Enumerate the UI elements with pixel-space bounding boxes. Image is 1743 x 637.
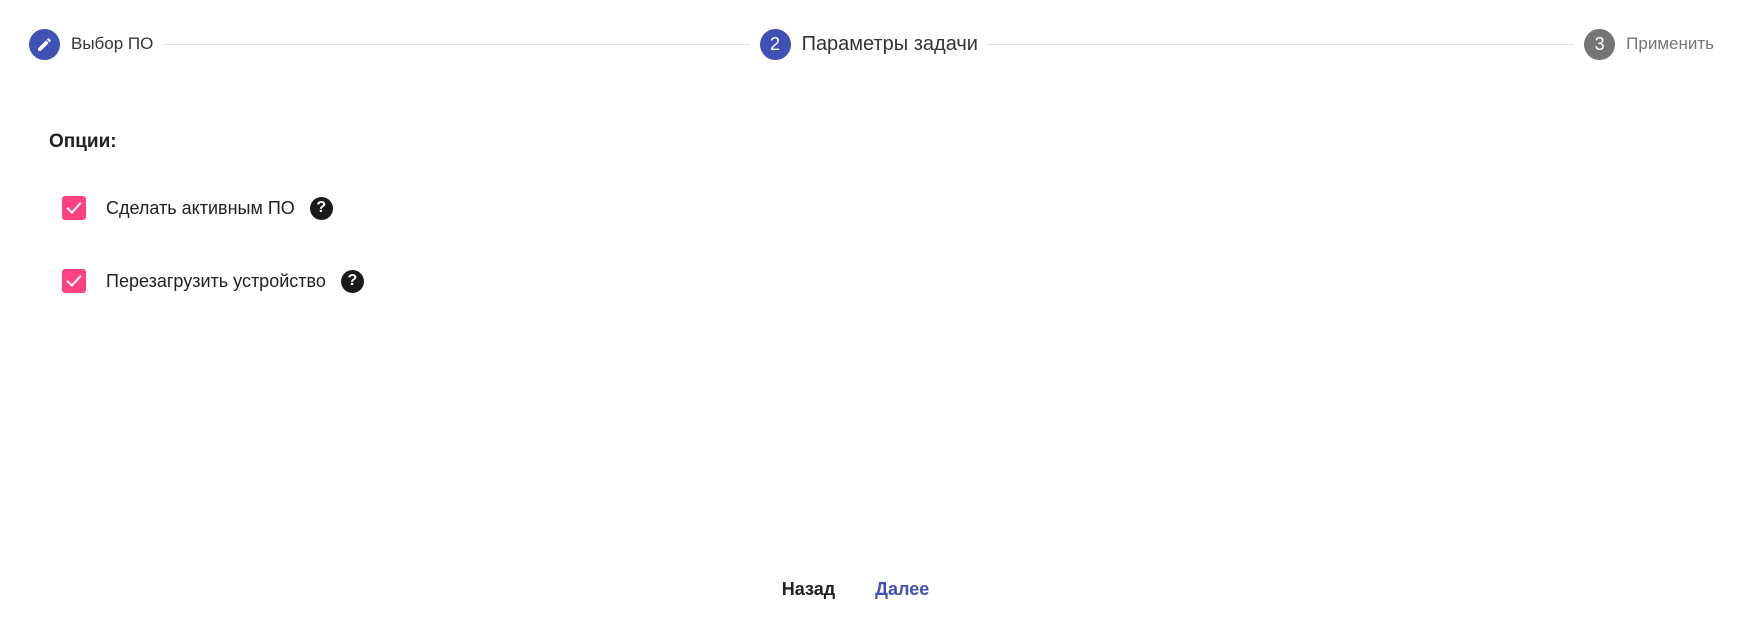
help-circle-icon[interactable]: ?	[340, 269, 364, 293]
step-connector	[163, 43, 750, 45]
step-1-label: Выбор ПО	[71, 34, 154, 53]
wizard-actions: Назад Далее	[0, 575, 1743, 604]
step-2-number: 2	[770, 33, 781, 54]
next-button[interactable]: Далее	[875, 575, 929, 604]
option-reboot-device: Перезагрузить устройство ?	[62, 268, 364, 294]
step-connector	[987, 43, 1575, 45]
help-circle-icon[interactable]: ?	[309, 196, 333, 220]
option-make-active: Сделать активным ПО ?	[62, 195, 333, 221]
task-wizard: Выбор ПО 2 Параметры задачи 3 Применить …	[0, 0, 1743, 637]
step-1-indicator	[29, 28, 60, 60]
step-2-indicator: 2	[759, 28, 791, 60]
pencil-icon	[36, 36, 53, 53]
step-3-number: 3	[1594, 33, 1605, 54]
step-3-indicator: 3	[1584, 28, 1616, 60]
reboot-device-checkbox[interactable]	[62, 269, 86, 293]
step-task-parameters[interactable]: 2 Параметры задачи	[759, 28, 978, 60]
step-apply[interactable]: 3 Применить	[1584, 28, 1714, 60]
step-software-selection[interactable]: Выбор ПО	[29, 28, 154, 60]
checkmark-icon	[64, 271, 84, 291]
checkmark-icon	[64, 198, 84, 218]
reboot-device-label: Перезагрузить устройство	[106, 270, 326, 291]
step-2-label: Параметры задачи	[801, 32, 978, 55]
options-title: Опции:	[49, 131, 117, 152]
stepper: Выбор ПО 2 Параметры задачи 3 Применить	[29, 28, 1714, 60]
back-button[interactable]: Назад	[782, 575, 835, 604]
make-active-checkbox[interactable]	[62, 196, 86, 220]
step-3-label: Применить	[1626, 34, 1714, 53]
make-active-label: Сделать активным ПО	[106, 197, 295, 218]
